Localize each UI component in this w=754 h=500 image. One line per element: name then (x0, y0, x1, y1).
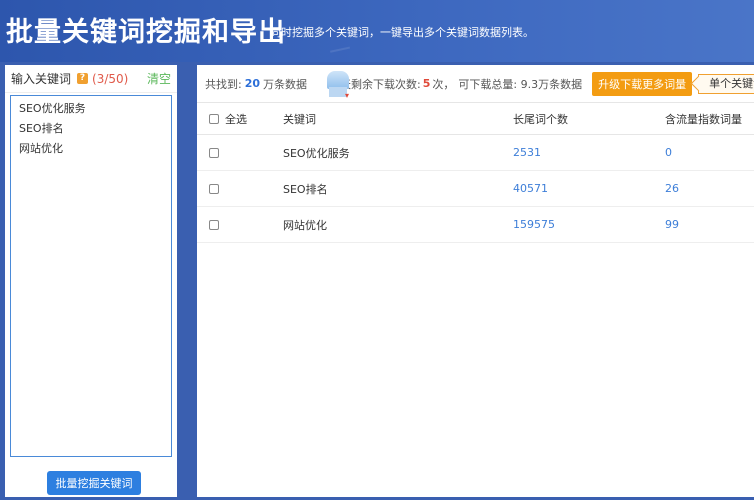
single-keyword-tag[interactable]: 单个关键词 (698, 73, 754, 94)
table-header: 全选 关键词 长尾词个数 含流量指数词量 (197, 103, 754, 135)
keyword-count: (3/50) (92, 71, 129, 86)
page-title: 批量关键词挖掘和导出 (6, 17, 286, 48)
remaining-suffix: 次， (432, 77, 455, 91)
stats-bar: 共找到: 20 万条数据 ▾ 今天剩余下载次数: 5 次， 可下载总量: 9.3… (197, 65, 754, 103)
header-keyword: 关键词 (283, 112, 316, 126)
upgrade-button[interactable]: 升级下载更多词量 (592, 71, 693, 96)
clear-button[interactable]: 清空 (147, 70, 171, 87)
row-checkbox[interactable] (209, 147, 219, 158)
select-all-label: 全选 (225, 112, 247, 126)
row-longtail[interactable]: 159575 (513, 218, 665, 231)
row-longtail[interactable]: 40571 (513, 182, 665, 195)
row-keyword: SEO排名 (283, 182, 328, 196)
page-subtitle: 同时挖掘多个关键词，一键导出多个关键词数据列表。 (270, 26, 534, 39)
remaining-count: 5 (422, 77, 431, 90)
results-panel: 共找到: 20 万条数据 ▾ 今天剩余下载次数: 5 次， 可下载总量: 9.3… (197, 65, 754, 497)
table-row: 网站优化 159575 99 (197, 207, 754, 243)
table-row: SEO排名 40571 26 (197, 171, 754, 207)
header-index: 含流量指数词量 (665, 112, 742, 126)
found-label: 共找到: (205, 77, 242, 91)
header-banner: — 批量关键词挖掘和导出 同时挖掘多个关键词，一键导出多个关键词数据列表。 (0, 0, 754, 62)
keyword-textarea[interactable]: SEO优化服务 SEO排名 网站优化 (10, 95, 172, 457)
header-longtail: 长尾词个数 (513, 112, 568, 126)
select-all-checkbox[interactable] (209, 113, 219, 124)
row-index[interactable]: 0 (665, 146, 754, 159)
row-checkbox[interactable] (209, 183, 219, 194)
keyword-input-panel: 输入关键词 ? (3/50) 清空 SEO优化服务 SEO排名 网站优化 批量挖… (5, 65, 177, 497)
row-checkbox[interactable] (209, 219, 219, 230)
keyword-panel-header: 输入关键词 ? (3/50) 清空 (5, 65, 177, 93)
keyword-panel-title: 输入关键词 (11, 72, 72, 86)
row-index[interactable]: 99 (665, 218, 754, 231)
keyword-line: SEO优化服务 (19, 102, 86, 115)
question-icon[interactable]: ? (77, 73, 89, 84)
table-row: SEO优化服务 2531 0 (197, 135, 754, 171)
row-index[interactable]: 26 (665, 182, 754, 195)
batch-mine-button[interactable]: 批量挖掘关键词 (47, 471, 141, 495)
found-count: 20 (244, 77, 261, 90)
row-keyword: 网站优化 (283, 218, 327, 232)
row-longtail[interactable]: 2531 (513, 146, 665, 159)
keyword-line: SEO排名 (19, 122, 64, 135)
row-keyword: SEO优化服务 (283, 146, 350, 160)
download-total: 可下载总量: 9.3万条数据 (458, 77, 583, 91)
watermark: — (327, 36, 352, 62)
keyword-line: 网站优化 (19, 142, 63, 155)
found-suffix: 万条数据 (263, 77, 308, 91)
